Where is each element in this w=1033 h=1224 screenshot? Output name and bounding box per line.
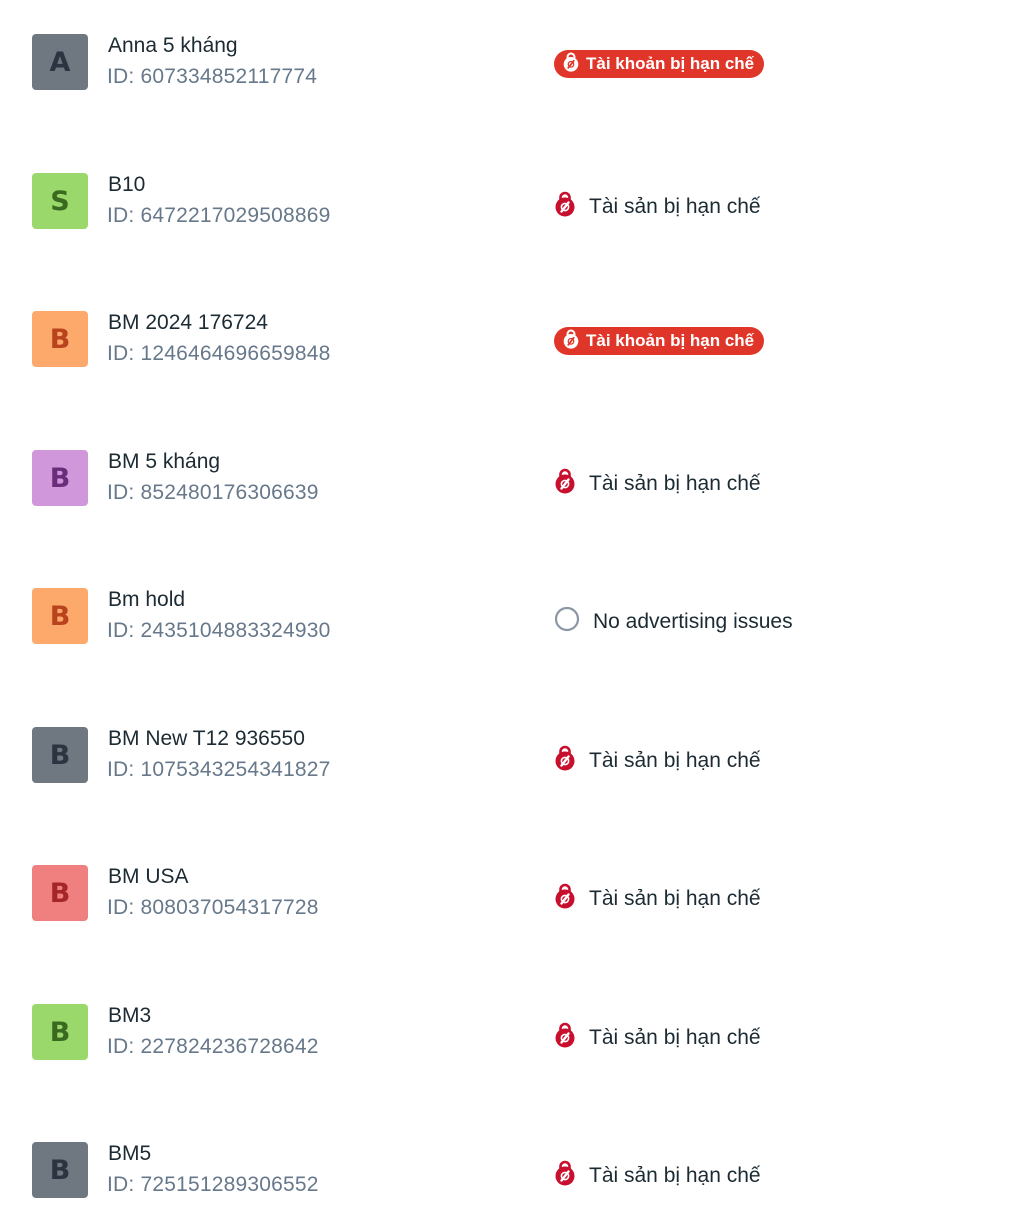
account-name: BM3 [108, 1004, 152, 1027]
account-name: BM5 [108, 1142, 152, 1165]
status-label: Tài sản bị hạn chế [589, 887, 761, 910]
status-badge-label: Tài khoản bị hạn chế [586, 331, 755, 350]
account-row[interactable]: B BM 5 kháng ID: 852480176306639 Tài sản bị… [0, 416, 1033, 554]
account-id: ID: 808037054317728 [107, 896, 319, 919]
restricted-account-badge[interactable]: Tài khoản bị hạn chế [554, 50, 765, 78]
restricted-asset-status[interactable]: Tài sản bị hạn chế [554, 191, 761, 223]
restricted-asset-status[interactable]: Tài sản bị hạn chế [554, 745, 761, 777]
no-issues-status[interactable]: No advertising issues [554, 606, 793, 638]
account-avatar: B [32, 865, 88, 921]
account-row[interactable]: B BM5 ID: 725151289306552 Tài sản bị hạn ch… [0, 1108, 1033, 1224]
account-row[interactable]: A Anna 5 kháng ID: 607334852117774 Tài khoả… [0, 0, 1033, 138]
account-name: BM 2024 176724 [108, 311, 268, 334]
account-row[interactable]: B BM 2024 176724 ID: 1246464696659848 Tài k… [0, 277, 1033, 415]
status-label: Tài sản bị hạn chế [589, 472, 761, 495]
account-avatar: B [32, 1142, 88, 1198]
account-id: ID: 725151289306552 [107, 1173, 319, 1196]
restricted-asset-icon [554, 1022, 576, 1054]
restricted-asset-icon [554, 883, 576, 915]
account-id: ID: 227824236728642 [107, 1035, 319, 1058]
account-row[interactable]: B BM3 ID: 227824236728642 Tài sản bị hạn ch… [0, 970, 1033, 1108]
restricted-account-badge[interactable]: Tài khoản bị hạn chế [554, 327, 765, 355]
status-label: Tài sản bị hạn chế [589, 195, 761, 218]
no-issues-circle-icon [554, 606, 580, 638]
account-avatar: S [32, 173, 88, 229]
account-name: BM USA [108, 865, 189, 888]
account-id: ID: 852480176306639 [107, 481, 319, 504]
account-row[interactable]: B BM New T12 936550 ID: 1075343254341827 Tà… [0, 693, 1033, 831]
account-avatar: B [32, 450, 88, 506]
restricted-asset-icon [554, 468, 576, 500]
status-label: Tài sản bị hạn chế [589, 749, 761, 772]
status-label: Tài sản bị hạn chế [589, 1026, 761, 1049]
account-id: ID: 2435104883324930 [107, 619, 331, 642]
account-id: ID: 6472217029508869 [107, 204, 331, 227]
account-name: BM New T12 936550 [108, 727, 305, 750]
status-label: No advertising issues [593, 610, 793, 633]
account-avatar: B [32, 727, 88, 783]
restricted-account-icon [562, 329, 580, 354]
restricted-asset-status[interactable]: Tài sản bị hạn chế [554, 1022, 761, 1054]
restricted-asset-status[interactable]: Tài sản bị hạn chế [554, 1160, 761, 1192]
restricted-asset-status[interactable]: Tài sản bị hạn chế [554, 468, 761, 500]
restricted-account-icon [562, 52, 580, 77]
account-id: ID: 1246464696659848 [107, 342, 331, 365]
status-badge-label: Tài khoản bị hạn chế [586, 54, 755, 73]
account-avatar: A [32, 34, 88, 90]
account-name: Anna 5 kháng [108, 34, 238, 57]
account-name: Bm hold [108, 588, 186, 611]
account-id: ID: 607334852117774 [107, 65, 318, 88]
account-row[interactable]: S B10 ID: 6472217029508869 Tài sản bị hạn c… [0, 139, 1033, 277]
account-row[interactable]: B BM USA ID: 808037054317728 Tài sản bị hạn… [0, 831, 1033, 969]
business-account-list: A Anna 5 kháng ID: 607334852117774 Tài khoả… [0, 0, 1033, 1224]
account-name: BM 5 kháng [108, 450, 221, 473]
account-avatar: B [32, 588, 88, 644]
restricted-asset-icon [554, 191, 576, 223]
restricted-asset-icon [554, 1160, 576, 1192]
account-avatar: B [32, 311, 88, 367]
account-id: ID: 1075343254341827 [107, 758, 331, 781]
account-name: B10 [108, 173, 146, 196]
status-label: Tài sản bị hạn chế [589, 1164, 761, 1187]
account-row[interactable]: B Bm hold ID: 2435104883324930 No advertisi… [0, 554, 1033, 692]
restricted-asset-status[interactable]: Tài sản bị hạn chế [554, 883, 761, 915]
account-avatar: B [32, 1004, 88, 1060]
restricted-asset-icon [554, 745, 576, 777]
